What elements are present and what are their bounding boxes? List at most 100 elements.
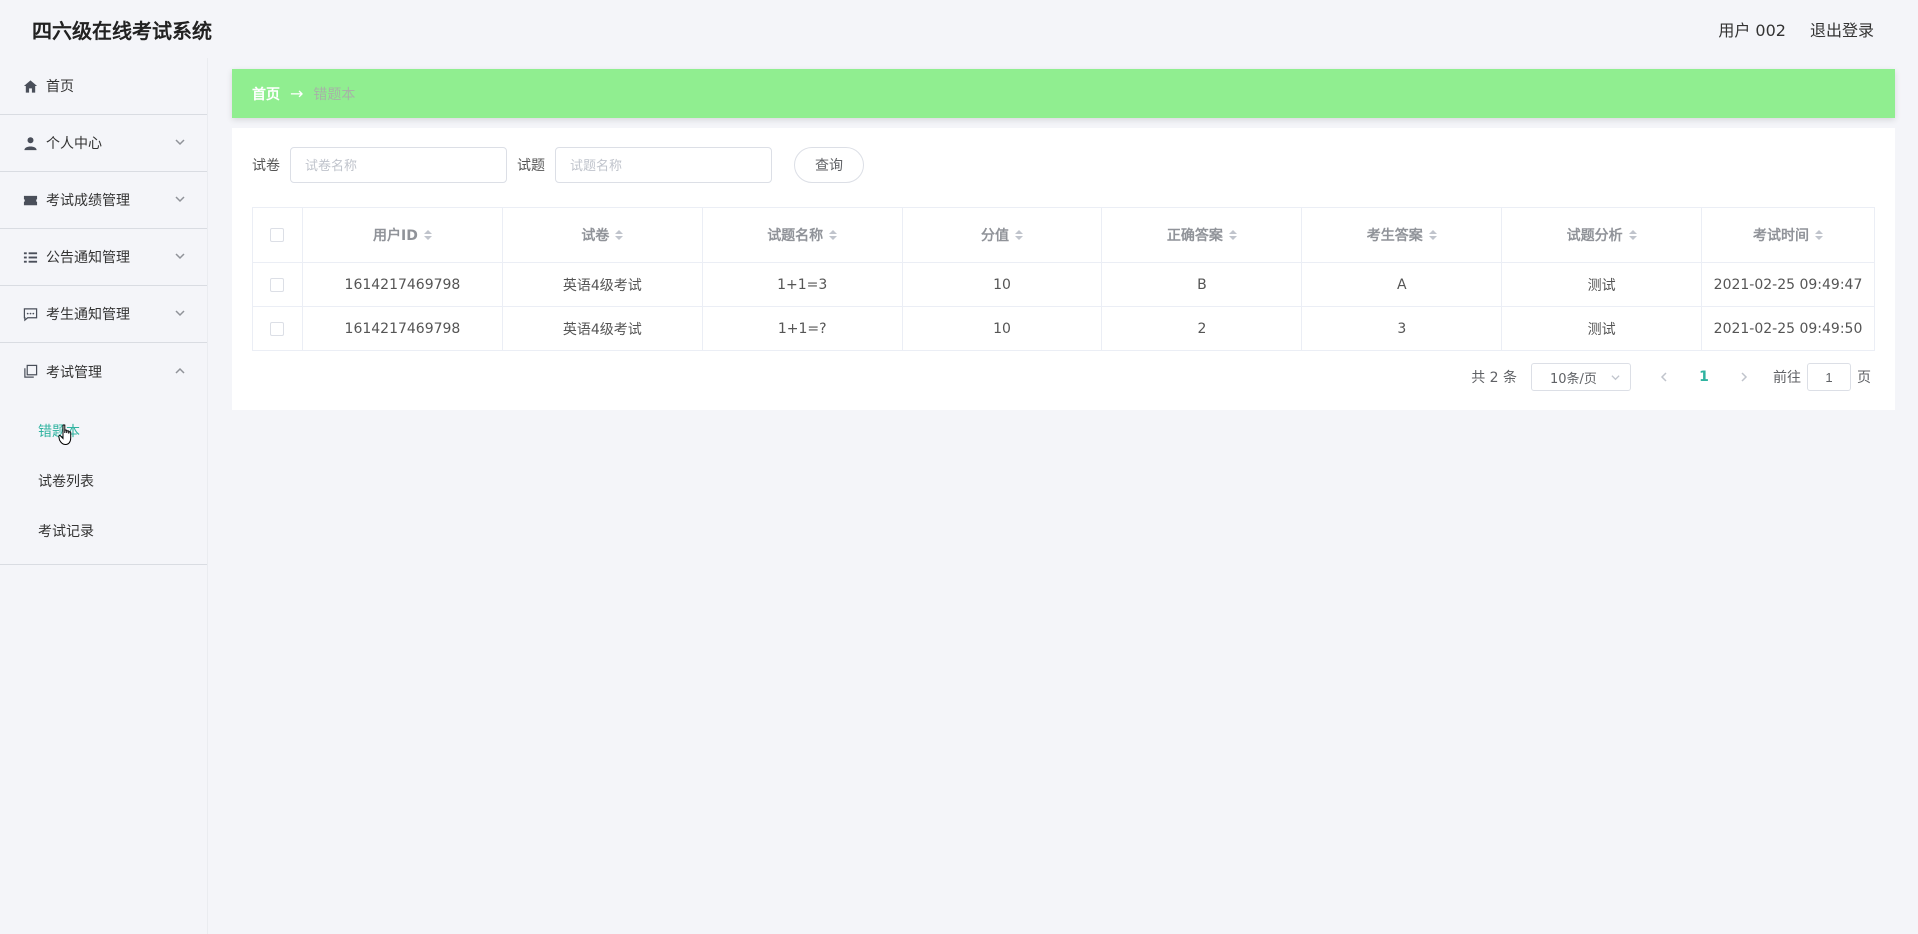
table-cell: A [1301,262,1503,307]
sidebar: 首页 个人中心 考试成绩管理 公告通知管理 考生通知管理 考试管理 错题本 试卷… [0,58,208,934]
question-search-label: 试题 [517,158,545,174]
row-checkbox[interactable] [270,321,285,336]
goto-prefix-label: 前往 [1773,370,1801,386]
chevron-left-icon [1660,372,1667,382]
sort-icon[interactable] [1228,230,1237,240]
sidebar-item-label: 个人中心 [46,136,102,152]
chevron-down-icon [175,194,187,206]
pagination: 共 2 条 10条/页 1 前往 页 [1471,363,1871,391]
table-cell: 2 [1101,306,1303,351]
chevron-down-icon [175,308,187,320]
table-cell: 英语4级考试 [501,306,703,351]
logout-button[interactable]: 退出登录 [1810,17,1874,41]
current-user-label: 用户 002 [1718,21,1786,40]
column-header-label: 试题分析 [1566,228,1623,244]
column-header[interactable]: 正确答案 [1101,207,1303,263]
sidebar-item-personal-center[interactable]: 个人中心 [0,115,207,172]
table-row[interactable]: 1614217469798 英语4级考试 1+1=? 10 2 3 测试 202… [252,306,1875,351]
table-cell: 10 [901,262,1103,307]
prev-page-button[interactable] [1649,363,1679,391]
table-cell: 测试 [1501,306,1703,351]
table-cell: 1+1=3 [701,262,903,307]
paper-name-input[interactable] [290,147,507,183]
sort-icon[interactable] [423,230,432,240]
header-user-area: 用户 002 退出登录 [1718,17,1874,41]
column-header[interactable]: 分值 [901,207,1103,263]
table-row[interactable]: 1614217469798 英语4级考试 1+1=3 10 B A 测试 202… [252,262,1875,307]
page-number-button[interactable]: 1 [1689,363,1719,391]
table-cell: 3 [1301,306,1503,351]
column-header[interactable]: 试题分析 [1501,207,1703,263]
query-button[interactable]: 查询 [794,147,864,183]
sidebar-item-exam-management[interactable]: 考试管理 [0,343,207,400]
app-title: 四六级在线考试系统 [32,18,212,43]
home-icon [22,78,38,94]
sidebar-item-candidate-notice-management[interactable]: 考生通知管理 [0,286,207,343]
sidebar-subitem-wrong-questions[interactable]: 错题本 [0,406,207,456]
table-cell: 测试 [1501,262,1703,307]
sidebar-subitem-paper-list[interactable]: 试卷列表 [0,456,207,506]
sidebar-item-score-management[interactable]: 考试成绩管理 [0,172,207,229]
breadcrumb-home-link[interactable]: 首页 [252,84,280,104]
table-cell: B [1101,262,1303,307]
chevron-down-icon [175,137,187,149]
sort-icon[interactable] [829,230,838,240]
column-header[interactable]: 考生答案 [1301,207,1503,263]
select-all-cell [252,207,303,263]
row-checkbox[interactable] [270,277,285,292]
exam-management-submenu: 错题本 试卷列表 考试记录 [0,400,207,565]
ticket-icon [22,192,38,208]
sidebar-item-label: 考试管理 [46,364,102,381]
column-header-label: 用户ID [373,228,418,244]
sort-icon[interactable] [1815,230,1824,240]
sidebar-item-label: 首页 [46,79,74,95]
table-cell: 10 [901,306,1103,351]
top-header: 四六级在线考试系统 用户 002 退出登录 [0,0,1918,58]
sidebar-item-label: 公告通知管理 [46,250,130,266]
column-header-label: 正确答案 [1166,228,1223,244]
chevron-down-icon [175,251,187,263]
column-header[interactable]: 考试时间 [1701,207,1875,263]
sidebar-item-label: 考生通知管理 [46,307,130,323]
page-size-select[interactable]: 10条/页 [1531,363,1631,391]
column-header-label: 分值 [981,228,1010,244]
copy-icon [22,364,38,380]
chat-icon [22,306,38,322]
next-page-button[interactable] [1729,363,1759,391]
list-icon [22,249,38,265]
breadcrumb: 首页 → 错题本 [232,69,1895,118]
sort-icon[interactable] [615,230,624,240]
wrong-questions-table: 用户ID 试卷 试题名称 分值 正确答案 考生答案 试题分析 考试时间 1614… [252,207,1875,351]
sidebar-item-announcement-management[interactable]: 公告通知管理 [0,229,207,286]
sidebar-item-label: 考试成绩管理 [46,193,130,209]
table-header-row: 用户ID 试卷 试题名称 分值 正确答案 考生答案 试题分析 考试时间 [252,207,1875,263]
user-icon [22,135,38,151]
pagination-total: 共 2 条 [1471,370,1517,386]
column-header-label: 试卷 [581,228,610,244]
row-select-cell [252,306,303,351]
column-header-label: 考生答案 [1366,228,1423,244]
sort-icon[interactable] [1628,230,1637,240]
column-header-label: 试题名称 [767,228,824,244]
page-size-value: 10条/页 [1550,371,1597,387]
table-cell: 1614217469798 [301,306,503,351]
sort-icon[interactable] [1428,230,1437,240]
goto-page-input[interactable] [1807,363,1851,391]
sidebar-subitem-exam-records[interactable]: 考试记录 [0,506,207,556]
row-select-cell [252,262,303,307]
table-cell: 2021-02-25 09:49:50 [1701,306,1875,351]
column-header[interactable]: 试题名称 [701,207,903,263]
column-header[interactable]: 用户ID [301,207,503,263]
sort-icon[interactable] [1015,230,1024,240]
column-header[interactable]: 试卷 [501,207,703,263]
goto-suffix-label: 页 [1857,370,1871,386]
column-header-label: 考试时间 [1753,228,1810,244]
chevron-right-icon [1741,372,1748,382]
sidebar-item-home[interactable]: 首页 [0,58,207,115]
page-jumper: 前往 页 [1773,363,1871,391]
select-all-checkbox[interactable] [270,228,285,242]
paper-search-label: 试卷 [252,158,280,174]
table-cell: 1+1=? [701,306,903,351]
search-form: 试卷 试题 查询 [252,147,864,183]
question-name-input[interactable] [555,147,772,183]
